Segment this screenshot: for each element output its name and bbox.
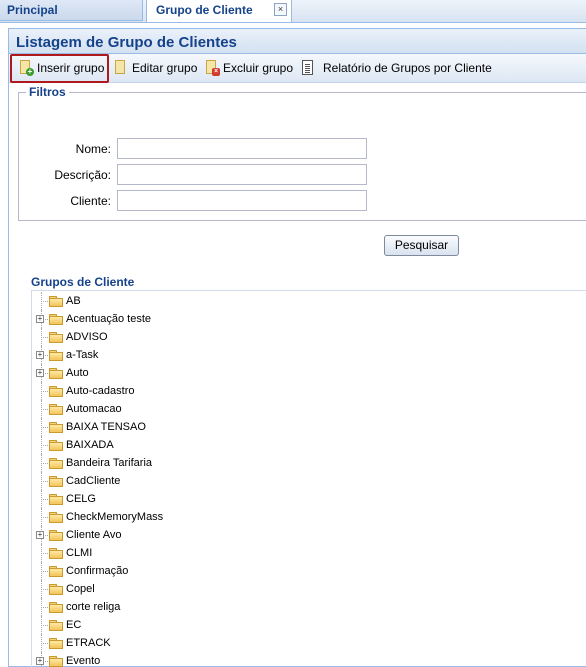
tree-node-label: CadCliente (66, 475, 121, 487)
report-button[interactable]: Relatório de Grupos por Cliente (301, 60, 492, 76)
folder-icon (49, 296, 63, 307)
folder-icon (49, 458, 63, 469)
selection-highlight (10, 54, 109, 83)
folder-icon (49, 566, 63, 577)
folder-icon (49, 350, 63, 361)
tree-node-label: Automacao (66, 403, 122, 415)
folder-icon (49, 404, 63, 415)
folder-icon (49, 332, 63, 343)
edit-document-icon (114, 60, 128, 75)
folder-icon (49, 440, 63, 451)
delete-group-label: Excluir grupo (223, 61, 294, 75)
tab-grupo-de-cliente[interactable]: Grupo de Cliente × (146, 0, 292, 22)
folder-icon (49, 638, 63, 649)
folder-icon (49, 548, 63, 559)
tree-node-label: Auto-cadastro (66, 385, 135, 397)
name-field[interactable] (117, 138, 367, 159)
folder-icon (49, 512, 63, 523)
toolbar: + Inserir grupo Editar grupo × Excluir gru… (9, 54, 586, 83)
folder-icon (49, 656, 63, 667)
plus-expander-icon[interactable]: + (36, 657, 44, 665)
plus-expander-icon[interactable]: + (36, 531, 44, 539)
report-icon (301, 60, 315, 75)
folder-icon (49, 476, 63, 487)
tree-node-label: CELG (66, 493, 96, 505)
name-label: Nome: (75, 142, 111, 156)
folder-icon (49, 494, 63, 505)
tree-node-label: AB (66, 295, 81, 307)
folder-icon (49, 368, 63, 379)
search-button[interactable]: Pesquisar (384, 235, 459, 256)
folder-icon (49, 530, 63, 541)
folder-icon (49, 602, 63, 613)
close-tab-icon[interactable]: × (274, 3, 287, 16)
description-field[interactable] (117, 164, 367, 185)
edit-group-button[interactable]: Editar grupo (114, 60, 197, 76)
folder-icon (49, 584, 63, 595)
tree-node-label: Copel (66, 583, 95, 595)
tree-node-label: BAIXADA (66, 439, 114, 451)
tree-title: Grupos de Cliente (31, 275, 135, 289)
panel-header: Listagem de Grupo de Clientes (9, 29, 586, 54)
tree-node-label: ADVISO (66, 331, 108, 343)
folder-icon (49, 386, 63, 397)
tab-label: Grupo de Cliente (156, 3, 253, 17)
tree-node-label: CheckMemoryMass (66, 511, 164, 523)
tree-node-label: CLMI (66, 547, 93, 559)
tree-node-label: corte religa (66, 601, 121, 613)
plus-expander-icon[interactable]: + (36, 369, 44, 377)
delete-document-icon: × (205, 60, 220, 76)
description-label: Descrição: (54, 168, 111, 182)
report-label: Relatório de Grupos por Cliente (323, 61, 492, 75)
delete-group-button[interactable]: × Excluir grupo (205, 60, 293, 76)
edit-group-label: Editar grupo (132, 61, 198, 75)
tree-node-label: Cliente Avo (66, 529, 122, 541)
tree-node-label: Bandeira Tarifaria (66, 457, 153, 469)
tree-node-label: ETRACK (66, 637, 111, 649)
client-group-tree: AB + Acentuação teste ADVISO + a-Task + Auto Aut… (31, 290, 586, 667)
tree-node-label: Confirmação (66, 565, 129, 577)
tree-node-label: Evento (66, 655, 101, 667)
tree-node-label: Auto (66, 367, 89, 379)
tab-principal[interactable]: Principal (0, 0, 143, 21)
page-title: Listagem de Grupo de Clientes (16, 34, 237, 51)
filters-legend: Filtros (26, 85, 69, 99)
plus-expander-icon[interactable]: + (36, 315, 44, 323)
folder-icon (49, 422, 63, 433)
tree-node-label: a-Task (66, 349, 99, 361)
tree-node-label: Acentuação teste (66, 313, 152, 325)
folder-icon (49, 620, 63, 631)
tab-bar: Principal Grupo de Cliente × (0, 0, 586, 23)
client-label: Cliente: (70, 194, 111, 208)
tree-node-label: EC (66, 619, 82, 631)
plus-expander-icon[interactable]: + (36, 351, 44, 359)
tree-node-label: BAIXA TENSAO (66, 421, 146, 433)
client-field[interactable] (117, 190, 367, 211)
folder-icon (49, 314, 63, 325)
